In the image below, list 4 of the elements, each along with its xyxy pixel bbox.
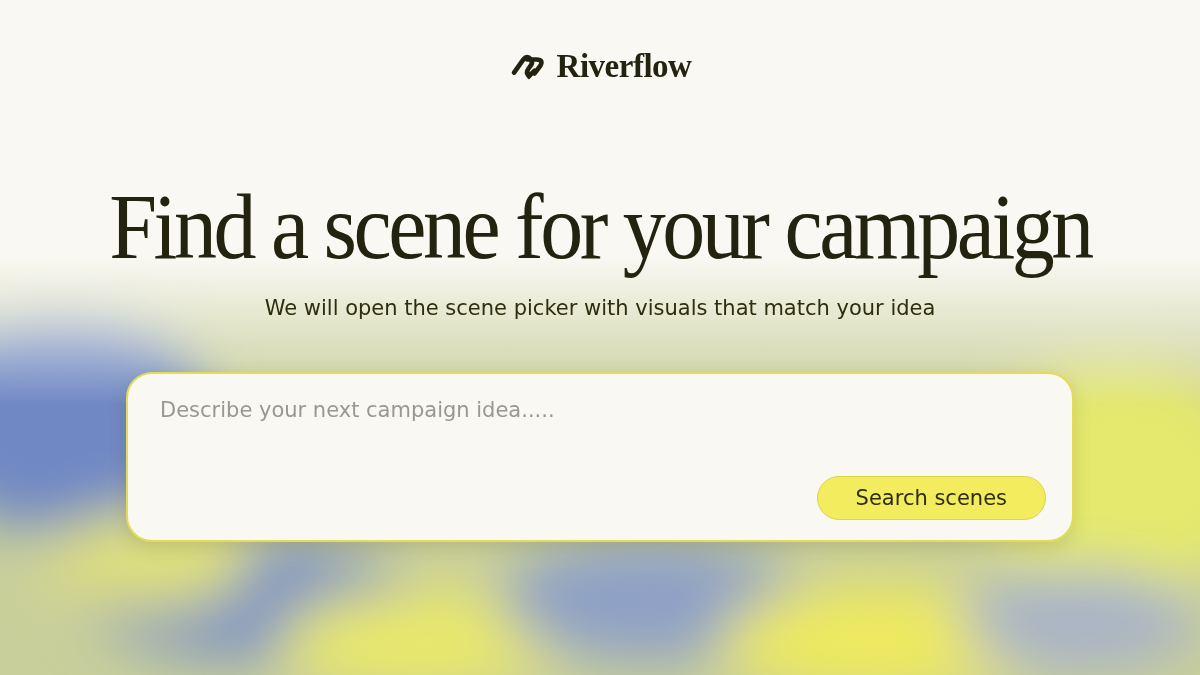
campaign-idea-field[interactable]: Describe your next campaign idea..... Search scenes [126,372,1074,542]
subtitle: We will open the scene picker with visuals that match your idea [264,296,936,320]
brand-name: Riverflow [556,47,692,85]
search-scenes-button[interactable]: Search scenes [816,476,1046,520]
